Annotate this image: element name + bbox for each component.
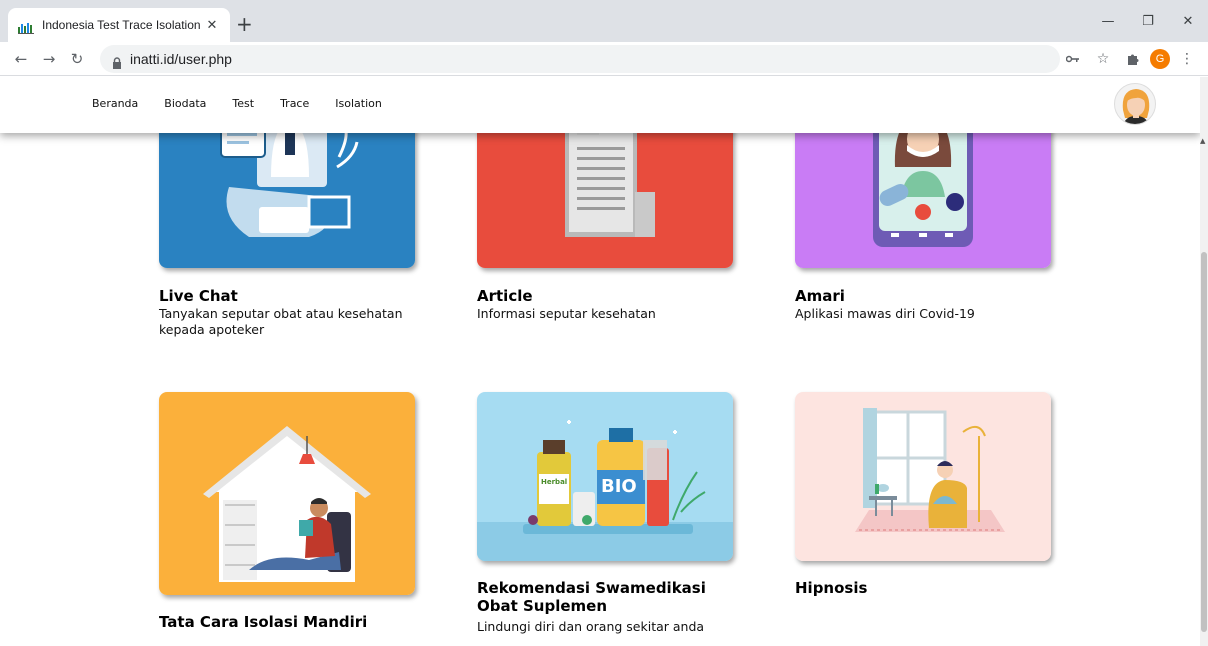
card-title-amari[interactable]: Amari xyxy=(795,287,845,305)
address-bar[interactable]: inatti.id/user.php xyxy=(100,45,1060,73)
hipnosis-illustration xyxy=(795,392,1051,561)
kebab-menu-icon[interactable]: ⋮ xyxy=(1174,46,1200,72)
card-title-article[interactable]: Article xyxy=(477,287,533,305)
card-desc-swamedikasi: Lindungi diri dan orang sekitar anda xyxy=(477,619,705,634)
browser-tab-strip: Indonesia Test Trace Isolation ✕ + — ❐ ✕ xyxy=(0,0,1208,42)
site-favicon-icon xyxy=(18,19,34,34)
window-controls: — ❐ ✕ xyxy=(1088,0,1208,42)
site-navbar: Beranda Biodata Test Trace Isolation xyxy=(0,77,1200,133)
card-isolasi-mandiri[interactable] xyxy=(159,392,415,595)
user-avatar[interactable] xyxy=(1114,83,1156,125)
url-text: inatti.id/user.php xyxy=(130,51,232,67)
scroll-up-arrow-icon[interactable]: ▲ xyxy=(1200,137,1205,145)
herbal-label: Herbal xyxy=(541,478,567,486)
page-scrollbar[interactable]: ▲ xyxy=(1200,77,1208,646)
nav-link-trace[interactable]: Trace xyxy=(280,97,309,110)
tab-close-icon[interactable]: ✕ xyxy=(204,18,220,33)
bio-label: BIO xyxy=(601,476,637,497)
tab-title: Indonesia Test Trace Isolation xyxy=(42,18,201,32)
back-arrow-icon[interactable]: ← xyxy=(8,46,34,72)
page-viewport: Beranda Biodata Test Trace Isolation ▲ L… xyxy=(0,77,1208,646)
card-desc-amari: Aplikasi mawas diri Covid-19 xyxy=(795,306,975,321)
puzzle-icon[interactable] xyxy=(1120,46,1146,72)
restore-icon[interactable]: ❐ xyxy=(1128,0,1168,42)
star-icon[interactable]: ☆ xyxy=(1090,46,1116,72)
card-desc-article: Informasi seputar kesehatan xyxy=(477,306,656,321)
minimize-icon[interactable]: — xyxy=(1088,0,1128,42)
toolbar-actions: ☆ G ⋮ xyxy=(1060,46,1200,72)
nav-link-biodata[interactable]: Biodata xyxy=(164,97,206,110)
card-hipnosis[interactable] xyxy=(795,392,1051,561)
isolasi-mandiri-illustration xyxy=(159,392,415,595)
key-icon[interactable] xyxy=(1060,46,1086,72)
lock-icon xyxy=(112,54,122,69)
swamedikasi-illustration: Herbal BIO xyxy=(477,392,733,561)
new-tab-icon[interactable]: + xyxy=(236,14,253,34)
card-desc-live-chat: Tanyakan seputar obat atau kesehatan kep… xyxy=(159,306,403,337)
nav-links: Beranda Biodata Test Trace Isolation xyxy=(92,97,382,110)
browser-toolbar: ← → ↻ inatti.id/user.php ☆ G ⋮ xyxy=(0,42,1208,76)
card-title-hipnosis[interactable]: Hipnosis xyxy=(795,579,867,597)
card-swamedikasi[interactable]: Herbal BIO xyxy=(477,392,733,561)
card-title-swamedikasi[interactable]: Rekomendasi Swamedikasi Obat Suplemen xyxy=(477,579,737,615)
browser-tab[interactable]: Indonesia Test Trace Isolation ✕ xyxy=(8,8,230,42)
close-window-icon[interactable]: ✕ xyxy=(1168,0,1208,42)
scroll-thumb[interactable] xyxy=(1201,252,1207,632)
forward-arrow-icon[interactable]: → xyxy=(36,46,62,72)
reload-icon[interactable]: ↻ xyxy=(64,46,90,72)
card-title-live-chat[interactable]: Live Chat xyxy=(159,287,238,305)
nav-link-beranda[interactable]: Beranda xyxy=(92,97,138,110)
nav-link-test[interactable]: Test xyxy=(232,97,254,110)
card-title-isolasi-mandiri[interactable]: Tata Cara Isolasi Mandiri xyxy=(159,613,367,631)
profile-avatar[interactable]: G xyxy=(1150,49,1170,69)
nav-link-isolation[interactable]: Isolation xyxy=(335,97,382,110)
